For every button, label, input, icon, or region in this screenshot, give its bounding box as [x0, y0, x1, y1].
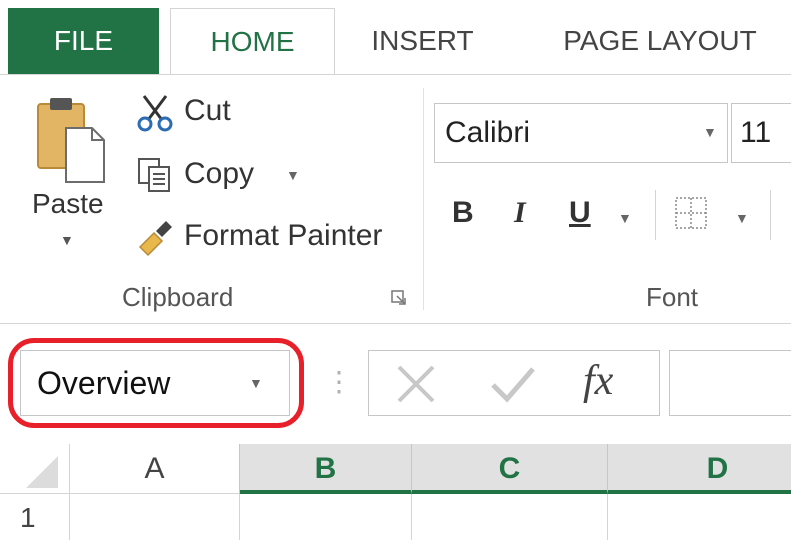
clipboard-group-label: Clipboard	[122, 282, 234, 312]
formula-buttons: fx	[368, 350, 660, 416]
cell-b1[interactable]	[240, 494, 412, 540]
format-painter-label: Format Painter	[184, 219, 383, 252]
italic-button[interactable]: I	[514, 196, 526, 230]
cell-d1[interactable]	[608, 494, 791, 540]
copy-dropdown-arrow[interactable]: ▼	[286, 167, 300, 183]
cell-c1[interactable]	[412, 494, 608, 540]
clipboard-launcher-icon[interactable]	[391, 290, 407, 306]
font-size-value: 11	[740, 116, 772, 149]
paste-dropdown-arrow[interactable]: ▼	[60, 232, 74, 248]
cut-label: Cut	[184, 94, 231, 127]
column-header-a[interactable]: A	[70, 444, 240, 494]
row-header-label: 1	[20, 502, 36, 533]
borders-icon	[675, 197, 707, 229]
bold-button[interactable]: B	[452, 196, 474, 230]
font-name-combobox[interactable]: Calibri ▼	[434, 103, 728, 163]
tab-page-layout[interactable]: PAGE LAYOUT	[545, 8, 775, 74]
resize-handle-icon[interactable]: ⋮	[325, 365, 353, 398]
borders-dropdown-arrow[interactable]: ▼	[735, 210, 749, 226]
font-separator-2	[770, 190, 771, 240]
tab-insert[interactable]: INSERT	[360, 8, 485, 74]
cancel-icon[interactable]	[391, 359, 441, 414]
enter-check-icon[interactable]	[487, 359, 537, 414]
select-all-corner[interactable]	[0, 444, 70, 494]
underline-button[interactable]: U	[569, 196, 591, 230]
font-name-value: Calibri	[445, 116, 531, 149]
scissors-icon	[136, 92, 174, 140]
copy-icon	[136, 155, 174, 203]
copy-button[interactable]: Copy ▼	[136, 155, 316, 195]
copy-label: Copy	[184, 157, 255, 190]
font-size-combobox[interactable]: 11	[731, 103, 791, 163]
formula-input[interactable]	[669, 350, 791, 416]
tab-home[interactable]: HOME	[170, 8, 335, 75]
font-separator	[655, 190, 656, 240]
paste-button[interactable]	[36, 96, 106, 184]
column-header-c[interactable]: C	[412, 444, 608, 494]
underline-dropdown-arrow[interactable]: ▼	[618, 210, 632, 226]
clipboard-paste-icon	[37, 98, 105, 183]
insert-function-icon[interactable]: fx	[583, 357, 613, 405]
row-header-1[interactable]: 1	[0, 494, 70, 540]
format-painter-button[interactable]: Format Painter	[136, 217, 401, 257]
cell-a1[interactable]	[70, 494, 240, 540]
column-header-b[interactable]: B	[240, 444, 412, 494]
select-all-triangle-icon	[26, 456, 58, 488]
ribbon-group-separator	[423, 88, 424, 310]
ribbon-tab-bar: FILE HOME INSERT PAGE LAYOUT	[0, 0, 791, 75]
paintbrush-icon	[136, 217, 176, 265]
tab-file[interactable]: FILE	[8, 8, 159, 74]
paste-label[interactable]: Paste	[32, 188, 104, 220]
font-name-dropdown-arrow[interactable]: ▼	[703, 124, 717, 140]
name-box-highlight-annotation	[8, 338, 304, 428]
borders-button[interactable]	[674, 196, 708, 235]
column-header-d[interactable]: D	[608, 444, 791, 494]
cut-button[interactable]: Cut	[136, 92, 266, 132]
font-group-label: Font	[646, 282, 699, 312]
